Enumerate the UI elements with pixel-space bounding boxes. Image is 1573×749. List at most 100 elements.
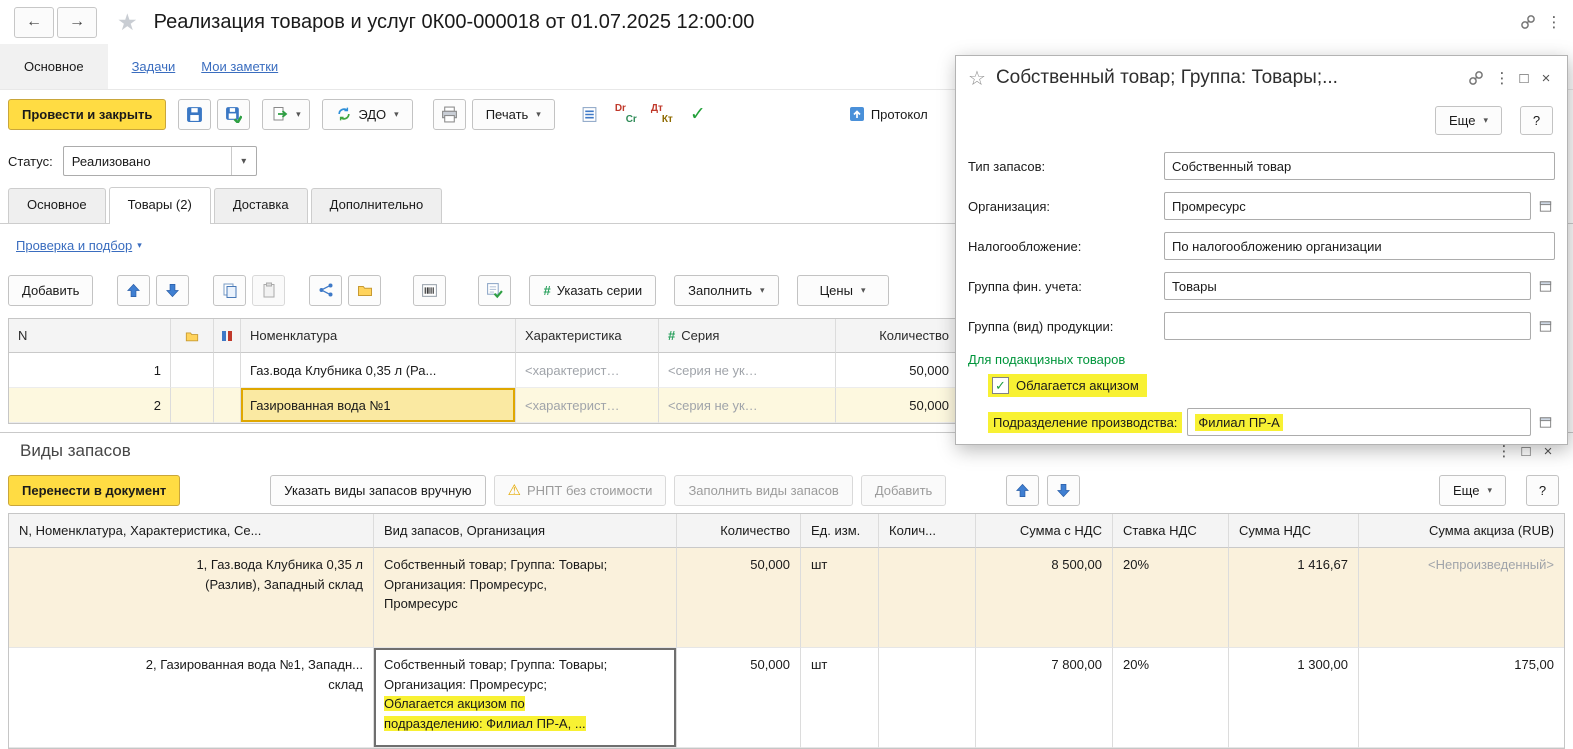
nav-tab-notes[interactable]: Мои заметки: [201, 59, 278, 74]
cell-unit[interactable]: шт: [801, 548, 879, 648]
cell-stock-type[interactable]: Собственный товар; Группа: Товары; Орган…: [374, 548, 677, 648]
save-post-button[interactable]: [217, 98, 251, 130]
excise-section-header[interactable]: Для подакцизных товаров: [968, 352, 1555, 367]
group-settings-button[interactable]: [348, 274, 382, 306]
specify-series-button[interactable]: # Указать серии: [529, 274, 657, 306]
status-combobox[interactable]: Реализовано ▾: [62, 146, 257, 176]
cell-quantity[interactable]: 50,000: [677, 548, 801, 648]
back-button[interactable]: ←: [14, 6, 54, 38]
move-up-button[interactable]: [117, 274, 151, 306]
cell-flag[interactable]: [171, 388, 214, 423]
fin-group-picker-button[interactable]: [1535, 275, 1555, 297]
post-document-button[interactable]: ✓: [683, 99, 713, 129]
check-pick-link[interactable]: Проверка и подбор: [16, 238, 132, 253]
cell-sum-vat[interactable]: 7 800,00: [976, 648, 1113, 748]
tab-main[interactable]: Основное: [8, 188, 106, 223]
cell-excise[interactable]: 175,00: [1359, 648, 1564, 748]
cell-qty2[interactable]: [879, 648, 976, 748]
favorite-star-outline-icon[interactable]: ☆: [968, 66, 986, 91]
more-menu-button[interactable]: ⋮: [1543, 13, 1565, 31]
cell-unit[interactable]: шт: [801, 648, 879, 748]
cell-n[interactable]: 2: [9, 388, 171, 423]
cell-quantity[interactable]: 50,000: [836, 353, 959, 388]
cell-accounts[interactable]: [214, 353, 241, 388]
dialog-link-button[interactable]: [1461, 63, 1491, 93]
paste-row-button[interactable]: [252, 274, 286, 306]
cell-vat-sum[interactable]: 1 416,67: [1229, 548, 1359, 648]
save-button[interactable]: [178, 98, 212, 130]
verify-table-button[interactable]: [478, 274, 512, 306]
protocol-button[interactable]: Протокол: [849, 106, 928, 122]
cell-vat-rate[interactable]: 20%: [1113, 548, 1229, 648]
stock-move-down-button[interactable]: [1047, 474, 1081, 506]
cell-n[interactable]: 1: [9, 353, 171, 388]
drcr-movements-button[interactable]: Dr Cr: [611, 99, 641, 129]
dtkt-movements-button[interactable]: Дт Кт: [647, 99, 677, 129]
favorite-star-icon[interactable]: ★: [117, 9, 138, 36]
dialog-more-button[interactable]: Еще ▾: [1435, 106, 1502, 135]
division-picker-button[interactable]: [1535, 411, 1555, 433]
cell-item[interactable]: 2, Газированная вода №1, Западн... склад: [9, 648, 374, 748]
nav-tab-tasks[interactable]: Задачи: [132, 59, 176, 74]
cell-excise[interactable]: <Непроизведенный>: [1359, 548, 1564, 648]
barcode-scan-button[interactable]: [413, 274, 447, 306]
division-input[interactable]: Филиал ПР-А: [1187, 408, 1531, 436]
stock-help-button[interactable]: ?: [1526, 474, 1559, 506]
tab-delivery[interactable]: Доставка: [213, 188, 308, 223]
tab-extra[interactable]: Дополнительно: [310, 188, 443, 223]
cell-series[interactable]: <серия не ук…: [659, 353, 836, 388]
stock-close-button[interactable]: ×: [1537, 443, 1559, 460]
rnpt-button[interactable]: ⚠ РНПТ без стоимости: [493, 474, 667, 506]
document-register-button[interactable]: [575, 99, 605, 129]
quick-print-button[interactable]: [432, 98, 466, 130]
cell-qty2[interactable]: [879, 548, 976, 648]
stock-more-button[interactable]: Еще ▾: [1439, 474, 1506, 506]
stock-move-up-button[interactable]: [1006, 474, 1040, 506]
cell-series[interactable]: <серия не ук…: [659, 388, 836, 423]
cell-vat-rate[interactable]: 20%: [1113, 648, 1229, 748]
manual-stock-types-button[interactable]: Указать виды запасов вручную: [270, 474, 486, 506]
cell-accounts[interactable]: [214, 388, 241, 423]
forward-button[interactable]: →: [57, 6, 97, 38]
cell-characteristic[interactable]: <характерист…: [516, 388, 659, 423]
dialog-maximize-button[interactable]: □: [1513, 70, 1535, 87]
cell-item[interactable]: 1, Газ.вода Клубника 0,35 л (Разлив), За…: [9, 548, 374, 648]
prod-group-picker-button[interactable]: [1535, 315, 1555, 337]
cell-vat-sum[interactable]: 1 300,00: [1229, 648, 1359, 748]
stock-maximize-button[interactable]: □: [1515, 443, 1537, 460]
excise-checkbox-row[interactable]: ✓ Облагается акцизом: [988, 374, 1147, 397]
org-input[interactable]: Промресурс: [1164, 192, 1531, 220]
dialog-more-menu-button[interactable]: ⋮: [1491, 69, 1513, 87]
transfer-to-document-button[interactable]: Перенести в документ: [8, 474, 181, 506]
org-picker-button[interactable]: [1535, 195, 1555, 217]
print-menu-button[interactable]: Печать ▾: [471, 98, 555, 130]
create-based-on-button[interactable]: ▾: [262, 98, 311, 130]
dialog-help-button[interactable]: ?: [1520, 106, 1553, 135]
cell-flag[interactable]: [171, 353, 214, 388]
type-input[interactable]: Собственный товар: [1164, 152, 1555, 180]
copy-row-button[interactable]: [213, 274, 247, 306]
cell-stock-type-selected[interactable]: Собственный товар; Группа: Товары; Орган…: [374, 648, 677, 748]
add-row-button[interactable]: Добавить: [8, 274, 94, 306]
fill-menu-button[interactable]: Заполнить ▾: [674, 274, 779, 306]
post-and-close-button[interactable]: Провести и закрыть: [8, 98, 167, 130]
excise-checkbox[interactable]: ✓: [992, 377, 1009, 394]
cell-nomenclature[interactable]: Газ.вода Клубника 0,35 л (Ра...: [241, 353, 516, 388]
cell-quantity[interactable]: 50,000: [677, 648, 801, 748]
nav-tab-main[interactable]: Основное: [0, 44, 108, 89]
tab-goods[interactable]: Товары (2): [108, 187, 211, 224]
cell-quantity[interactable]: 50,000: [836, 388, 959, 423]
tax-input[interactable]: По налогообложению организации: [1164, 232, 1555, 260]
fin-group-input[interactable]: Товары: [1164, 272, 1531, 300]
cell-characteristic[interactable]: <характерист…: [516, 353, 659, 388]
multi-edit-button[interactable]: [309, 274, 343, 306]
status-dropdown-button[interactable]: ▾: [230, 147, 256, 175]
prod-group-input[interactable]: [1164, 312, 1531, 340]
move-down-button[interactable]: [156, 274, 190, 306]
prices-menu-button[interactable]: Цены ▾: [796, 274, 889, 306]
edo-button[interactable]: ЭДО ▾: [322, 98, 413, 130]
stock-add-button[interactable]: Добавить: [860, 474, 947, 506]
cell-sum-vat[interactable]: 8 500,00: [976, 548, 1113, 648]
dialog-close-button[interactable]: ×: [1535, 70, 1557, 87]
fill-stock-types-button[interactable]: Заполнить виды запасов: [674, 474, 853, 506]
